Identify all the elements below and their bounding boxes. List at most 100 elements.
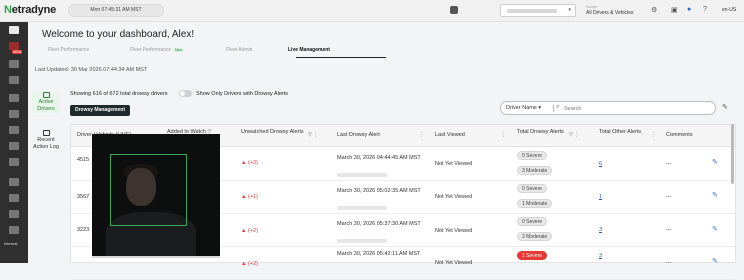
severe-pill: 1 Severe xyxy=(517,251,548,260)
nav-dashboard-icon[interactable] xyxy=(9,26,19,34)
tab-fleet-performance-new[interactable]: Fleet Performance New xyxy=(130,47,185,53)
last-viewed: Not Yet Viewed xyxy=(435,228,473,234)
help-icon[interactable]: ? xyxy=(703,6,707,13)
severe-pill: 0 Severe xyxy=(517,184,548,193)
search-divider xyxy=(553,105,554,112)
drivers-icon xyxy=(42,92,50,98)
col-menu-icon[interactable]: ⋮ xyxy=(651,125,656,147)
account-dropdown[interactable]: ▾ xyxy=(500,4,576,17)
search-input[interactable] xyxy=(564,104,704,113)
moderate-pill: 2 Moderate xyxy=(517,232,553,241)
netradyne-logo[interactable]: Netradyne xyxy=(4,4,56,16)
filter-icon[interactable]: ▽ ⋮ xyxy=(569,125,579,147)
nav-video-icon[interactable] xyxy=(9,126,19,134)
nav-tools-icon[interactable] xyxy=(9,194,19,202)
calendar-icon[interactable] xyxy=(450,6,458,14)
user-locale[interactable]: en-US xyxy=(722,7,736,13)
last-alert-time: March 30, 2026 05:42:11 AM MST xyxy=(337,251,421,257)
page-title: Welcome to your dashboard, Alex! xyxy=(42,29,195,40)
new-badge: NEW xyxy=(12,50,23,54)
edit-comment-icon[interactable]: ✎ xyxy=(712,257,718,265)
video-progress-bar[interactable] xyxy=(92,256,220,258)
nav-alerts-icon[interactable] xyxy=(9,42,19,50)
grid-icon[interactable]: ▣ xyxy=(671,6,678,14)
tab-live-management[interactable]: Live Management xyxy=(288,47,330,53)
col-menu-icon[interactable]: ⋮ xyxy=(419,125,424,147)
document-icon xyxy=(42,130,50,136)
driver-id[interactable]: 3567 xyxy=(77,194,89,201)
col-total-other[interactable]: Total Other Alerts xyxy=(599,125,647,147)
last-alert-time: March 30, 2026 04:44:45 AM MST xyxy=(337,155,421,161)
drowsy-only-toggle[interactable] xyxy=(179,90,192,97)
nav-gear-icon[interactable] xyxy=(9,226,19,234)
col-comments[interactable]: Comments xyxy=(666,125,716,147)
toggle-label: Show Only Drivers with Drowsy Alerts xyxy=(196,91,288,97)
nav-analytics-icon[interactable] xyxy=(9,60,19,68)
redacted-text xyxy=(337,173,387,177)
other-alerts-link[interactable]: 3 xyxy=(599,253,602,260)
scope-label: Scope xyxy=(586,4,598,9)
other-alerts-link[interactable]: 3 xyxy=(599,227,602,234)
comment: --- xyxy=(666,161,672,167)
scope-value: All Drivers & Vehicles xyxy=(586,10,634,16)
nav-settings-icon[interactable] xyxy=(9,210,19,218)
account-name-redacted xyxy=(507,9,557,13)
tab-fleet-performance[interactable]: Fleet Performance xyxy=(48,47,89,53)
unwatched-count: (+3) xyxy=(247,160,258,166)
col-menu-icon[interactable]: ⋮ xyxy=(501,125,506,147)
driver-id[interactable]: 4515 xyxy=(77,157,89,164)
search-field-dropdown[interactable]: Driver Name ▾ xyxy=(506,105,541,111)
table-scrollbar[interactable] xyxy=(731,124,734,184)
last-alert-time: March 30, 2026 05:02:35 AM MST xyxy=(337,188,421,194)
settings-icon[interactable]: ⚙ xyxy=(651,6,657,14)
tab-fleet-admin[interactable]: Fleet Admin xyxy=(226,47,252,53)
unwatched-alerts[interactable]: ▲ (+2) xyxy=(241,228,258,235)
edit-columns-icon[interactable]: ✎ xyxy=(722,103,728,111)
driver-id[interactable]: 3223 xyxy=(77,227,89,234)
nav-user-icon[interactable] xyxy=(9,110,19,118)
active-tab-indicator xyxy=(296,57,386,58)
clock-display: Mon 07:45:31 AM MST xyxy=(68,4,164,17)
last-viewed: Not Yet Viewed xyxy=(435,161,473,167)
filter-icon[interactable]: ▽ ⋮ xyxy=(308,125,318,147)
menu-active-drivers[interactable]: Active Drivers xyxy=(32,92,60,113)
search-icon: ⌕ xyxy=(556,104,560,110)
moderate-pill: 1 Moderate xyxy=(517,199,553,208)
search-field-label: Driver Name xyxy=(506,105,537,111)
unwatched-count: (+2) xyxy=(247,261,258,267)
other-alerts-link[interactable]: 6 xyxy=(599,161,602,168)
menu-label: Recent Action Log xyxy=(33,137,59,150)
edit-comment-icon[interactable]: ✎ xyxy=(712,225,718,233)
tab-drowsy-management[interactable]: Drowsy Management xyxy=(70,105,130,116)
scope-selector[interactable]: Scope All Drivers & Vehicles xyxy=(586,3,634,17)
internal-label: Internal xyxy=(4,241,18,246)
comment: --- xyxy=(666,194,672,200)
severe-pill: 0 Severe xyxy=(517,217,548,226)
col-total-drowsy[interactable]: Total Drowsy Alerts xyxy=(517,125,565,147)
notification-icon[interactable]: ● xyxy=(687,6,691,13)
comment: --- xyxy=(666,260,672,266)
comment: --- xyxy=(666,227,672,233)
menu-recent-action-log[interactable]: Recent Action Log xyxy=(32,130,60,151)
dashboard-tabs: Fleet Performance Fleet Performance New F… xyxy=(28,44,744,58)
unwatched-alerts[interactable]: ▲ (+3) xyxy=(241,160,258,167)
col-last-alert[interactable]: Last Drowsy Alert xyxy=(337,125,427,147)
col-last-viewed[interactable]: Last Viewed xyxy=(435,125,495,147)
driver-video-preview[interactable] xyxy=(92,134,220,258)
search-bar: Driver Name ▾ ⌕ xyxy=(500,101,716,115)
other-alerts-link[interactable]: 1 xyxy=(599,194,602,201)
showing-count: Showing 616 of 672 total drowsy drivers xyxy=(70,91,168,97)
col-unwatched-label: Unwatched Drowsy Alerts xyxy=(241,129,304,135)
unwatched-alerts[interactable]: ▲ (+2) xyxy=(241,261,258,268)
nav-warning-icon[interactable] xyxy=(9,76,19,84)
live-management-menu: Active Drivers Recent Action Log xyxy=(30,88,60,263)
nav-camera-icon[interactable] xyxy=(9,142,19,150)
nav-truck-icon[interactable] xyxy=(9,178,19,186)
menu-label: Active Drivers xyxy=(37,99,55,112)
top-bar: Netradyne Mon 07:45:31 AM MST ▾ Scope Al… xyxy=(0,0,744,22)
nav-drivers-icon[interactable] xyxy=(9,94,19,102)
unwatched-alerts[interactable]: ▲ (+1) xyxy=(241,194,258,201)
nav-book-icon[interactable] xyxy=(9,158,19,166)
edit-comment-icon[interactable]: ✎ xyxy=(712,158,718,166)
edit-comment-icon[interactable]: ✎ xyxy=(712,191,718,199)
